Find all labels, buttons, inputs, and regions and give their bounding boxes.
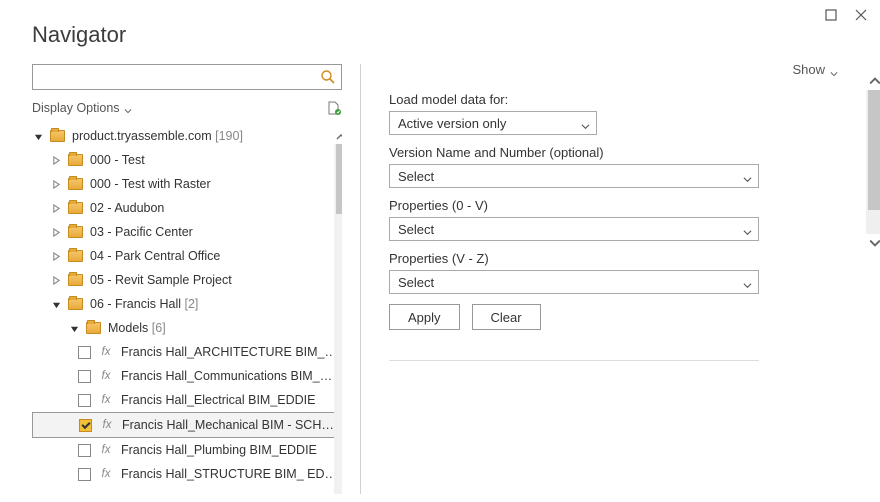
search-input[interactable] bbox=[32, 64, 342, 90]
scrollbar-track[interactable] bbox=[866, 90, 880, 234]
props-vz-dropdown[interactable]: Select bbox=[389, 270, 759, 294]
props-av-value: Select bbox=[398, 222, 434, 237]
tree-leaf-selected[interactable]: fx Francis Hall_Mechanical BIM - SCHE... bbox=[32, 412, 342, 438]
tree-root[interactable]: product.tryassemble.com [190] bbox=[32, 124, 342, 148]
expand-icon[interactable] bbox=[52, 180, 61, 189]
refresh-icon[interactable] bbox=[326, 100, 342, 116]
page-title: Navigator bbox=[0, 0, 880, 48]
folder-icon bbox=[68, 178, 83, 190]
expand-icon[interactable] bbox=[52, 228, 61, 237]
chevron-down-icon bbox=[124, 104, 132, 112]
close-button[interactable] bbox=[854, 8, 868, 22]
folder-icon bbox=[68, 202, 83, 214]
version-name-dropdown[interactable]: Select bbox=[389, 164, 759, 188]
props-av-label: Properties (0 - V) bbox=[389, 198, 866, 213]
collapse-icon[interactable] bbox=[34, 132, 43, 141]
folder-icon bbox=[68, 154, 83, 166]
fx-icon: fx bbox=[98, 394, 114, 406]
show-dropdown[interactable]: Show bbox=[792, 62, 838, 77]
chevron-down-icon bbox=[743, 278, 752, 287]
tree-folder[interactable]: 02 - Audubon bbox=[32, 196, 342, 220]
scrollbar-track[interactable] bbox=[334, 144, 342, 494]
tree-folder[interactable]: 000 - Test with Raster bbox=[32, 172, 342, 196]
apply-button[interactable]: Apply bbox=[389, 304, 460, 330]
folder-icon bbox=[68, 250, 83, 262]
collapse-icon[interactable] bbox=[52, 300, 61, 309]
chevron-down-icon bbox=[743, 172, 752, 181]
checkbox-checked[interactable] bbox=[79, 419, 92, 432]
tree-leaf[interactable]: fx Francis Hall_Plumbing BIM_EDDIE bbox=[32, 438, 342, 462]
chevron-down-icon bbox=[743, 225, 752, 234]
right-scrollbar[interactable] bbox=[866, 72, 880, 252]
collapse-icon[interactable] bbox=[70, 324, 79, 333]
chevron-down-icon bbox=[581, 119, 590, 128]
show-label: Show bbox=[792, 62, 825, 77]
tree-folder[interactable]: 000 - Test bbox=[32, 148, 342, 172]
fx-icon: fx bbox=[98, 468, 114, 480]
tree-leaf[interactable]: fx Francis Hall_Communications BIM_E... bbox=[32, 364, 342, 388]
folder-icon bbox=[50, 130, 65, 142]
tree-folder[interactable]: 05 - Revit Sample Project bbox=[32, 268, 342, 292]
folder-icon bbox=[68, 274, 83, 286]
checkbox[interactable] bbox=[78, 394, 91, 407]
checkbox[interactable] bbox=[78, 444, 91, 457]
fx-icon: fx bbox=[98, 346, 114, 358]
scrollbar-thumb[interactable] bbox=[868, 90, 880, 210]
checkbox[interactable] bbox=[78, 468, 91, 481]
load-model-label: Load model data for: bbox=[389, 92, 866, 107]
expand-icon[interactable] bbox=[52, 156, 61, 165]
expand-icon[interactable] bbox=[52, 252, 61, 261]
scroll-down-icon[interactable] bbox=[866, 234, 880, 252]
tree-folder-models[interactable]: Models [6] bbox=[32, 316, 342, 340]
navigator-tree: product.tryassemble.com [190] 000 - Test… bbox=[32, 122, 342, 486]
checkbox[interactable] bbox=[78, 346, 91, 359]
folder-icon bbox=[68, 298, 83, 310]
version-name-label: Version Name and Number (optional) bbox=[389, 145, 866, 160]
search-icon[interactable] bbox=[320, 69, 336, 85]
tree-folder[interactable]: 03 - Pacific Center bbox=[32, 220, 342, 244]
display-options-label: Display Options bbox=[32, 101, 120, 115]
folder-icon bbox=[86, 322, 101, 334]
tree-leaf[interactable]: fx Francis Hall_STRUCTURE BIM_ EDDIE bbox=[32, 462, 342, 486]
tree-scrollbar[interactable] bbox=[334, 130, 342, 494]
tree-folder[interactable]: 04 - Park Central Office bbox=[32, 244, 342, 268]
scroll-up-icon[interactable] bbox=[866, 72, 880, 90]
tree-leaf[interactable]: fx Francis Hall_Electrical BIM_EDDIE bbox=[32, 388, 342, 412]
load-model-value: Active version only bbox=[398, 116, 506, 131]
fx-icon: fx bbox=[98, 370, 114, 382]
scrollbar-thumb[interactable] bbox=[336, 144, 342, 214]
tree-folder-expanded[interactable]: 06 - Francis Hall [2] bbox=[32, 292, 342, 316]
chevron-down-icon bbox=[830, 66, 838, 74]
pane-divider bbox=[360, 64, 361, 494]
tree-leaf[interactable]: fx Francis Hall_ARCHITECTURE BIM_20... bbox=[32, 340, 342, 364]
props-av-dropdown[interactable]: Select bbox=[389, 217, 759, 241]
expand-icon[interactable] bbox=[52, 204, 61, 213]
folder-icon bbox=[68, 226, 83, 238]
clear-button[interactable]: Clear bbox=[472, 304, 541, 330]
load-model-dropdown[interactable]: Active version only bbox=[389, 111, 597, 135]
display-options-dropdown[interactable]: Display Options bbox=[32, 101, 132, 115]
divider bbox=[389, 360, 759, 361]
fx-icon: fx bbox=[98, 444, 114, 456]
props-vz-value: Select bbox=[398, 275, 434, 290]
maximize-button[interactable] bbox=[824, 8, 838, 22]
checkbox[interactable] bbox=[78, 370, 91, 383]
expand-icon[interactable] bbox=[52, 276, 61, 285]
fx-icon: fx bbox=[99, 419, 115, 431]
version-name-value: Select bbox=[398, 169, 434, 184]
props-vz-label: Properties (V - Z) bbox=[389, 251, 866, 266]
scroll-up-icon[interactable] bbox=[334, 130, 342, 144]
